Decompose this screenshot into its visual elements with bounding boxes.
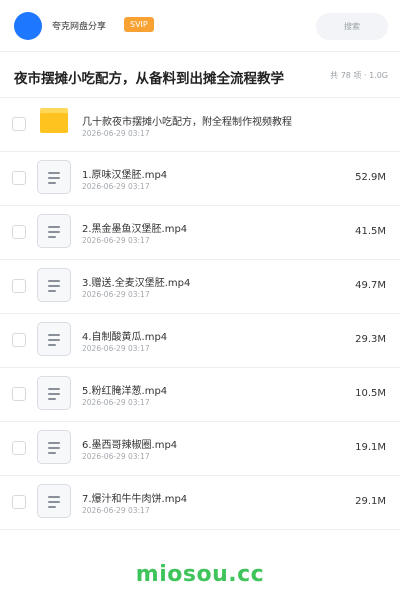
item-size: 49.7M [355,280,386,291]
page-title: 夜市摆摊小吃配方，从备料到出摊全流程教学 [14,71,284,87]
row-checkbox[interactable] [12,333,26,347]
document-icon [37,268,71,302]
item-date: 2026-06-29 03:17 [82,506,150,515]
item-name[interactable]: 3.赠送.全麦汉堡胚.mp4 [82,274,190,289]
item-size: 10.5M [355,388,386,399]
file-row[interactable]: 3.赠送.全麦汉堡胚.mp4 2026-06-29 03:17 49.7M [0,260,400,314]
file-row[interactable]: 7.爆汁和牛牛肉饼.mp4 2026-06-29 03:17 29.1M [0,476,400,530]
row-checkbox[interactable] [12,279,26,293]
watermark-text: miosou.cc [135,562,265,587]
row-checkbox[interactable] [12,387,26,401]
item-size: 29.3M [355,334,386,345]
item-name[interactable]: 几十款夜市摆摊小吃配方，附全程制作视频教程 [82,113,292,128]
item-date: 2026-06-29 03:17 [82,398,150,407]
item-size: 29.1M [355,496,386,507]
item-count: 共 78 项 · 1.0G [330,71,388,80]
item-date: 2026-06-29 03:17 [82,236,150,245]
item-name[interactable]: 4.自制酸黄瓜.mp4 [82,328,167,343]
folder-row[interactable]: 几十款夜市摆摊小吃配方，附全程制作视频教程 2026-06-29 03:17 [0,98,400,152]
item-size: 52.9M [355,172,386,183]
search-input[interactable]: 搜索 [316,13,388,40]
file-row[interactable]: 6.墨西哥辣椒圈.mp4 2026-06-29 03:17 19.1M [0,422,400,476]
folder-title-bar: 夜市摆摊小吃配方，从备料到出摊全流程教学 共 78 项 · 1.0G [0,52,400,98]
file-row[interactable]: 5.粉红腌洋葱.mp4 2026-06-29 03:17 10.5M [0,368,400,422]
document-icon [37,160,71,194]
row-checkbox[interactable] [12,225,26,239]
document-icon [37,376,71,410]
item-size: 41.5M [355,226,386,237]
share-name: 夸克网盘分享 [52,22,107,32]
item-size: 19.1M [355,442,386,453]
row-checkbox[interactable] [12,441,26,455]
item-date: 2026-06-29 03:17 [82,182,150,191]
document-icon [37,484,71,518]
item-date: 2026-06-29 03:17 [82,290,150,299]
folder-icon [40,108,68,133]
row-checkbox[interactable] [12,171,26,185]
item-date: 2026-06-29 03:17 [82,452,150,461]
document-icon [37,322,71,356]
file-row[interactable]: 2.黑金墨鱼汉堡胚.mp4 2026-06-29 03:17 41.5M [0,206,400,260]
svip-badge: SVIP [124,17,154,32]
row-checkbox[interactable] [12,495,26,509]
item-name[interactable]: 6.墨西哥辣椒圈.mp4 [82,436,177,451]
item-date: 2026-06-29 03:17 [82,344,150,353]
app-header: 夸克网盘分享 SVIP 搜索 [0,0,400,52]
item-name[interactable]: 1.原味汉堡胚.mp4 [82,166,167,181]
document-icon [37,430,71,464]
row-checkbox[interactable] [12,117,26,131]
avatar[interactable] [14,12,42,40]
item-name[interactable]: 2.黑金墨鱼汉堡胚.mp4 [82,220,187,235]
item-date: 2026-06-29 03:17 [82,129,150,138]
document-icon [37,214,71,248]
item-name[interactable]: 7.爆汁和牛牛肉饼.mp4 [82,490,187,505]
file-row[interactable]: 1.原味汉堡胚.mp4 2026-06-29 03:17 52.9M [0,152,400,206]
item-name[interactable]: 5.粉红腌洋葱.mp4 [82,382,167,397]
file-row[interactable]: 4.自制酸黄瓜.mp4 2026-06-29 03:17 29.3M [0,314,400,368]
